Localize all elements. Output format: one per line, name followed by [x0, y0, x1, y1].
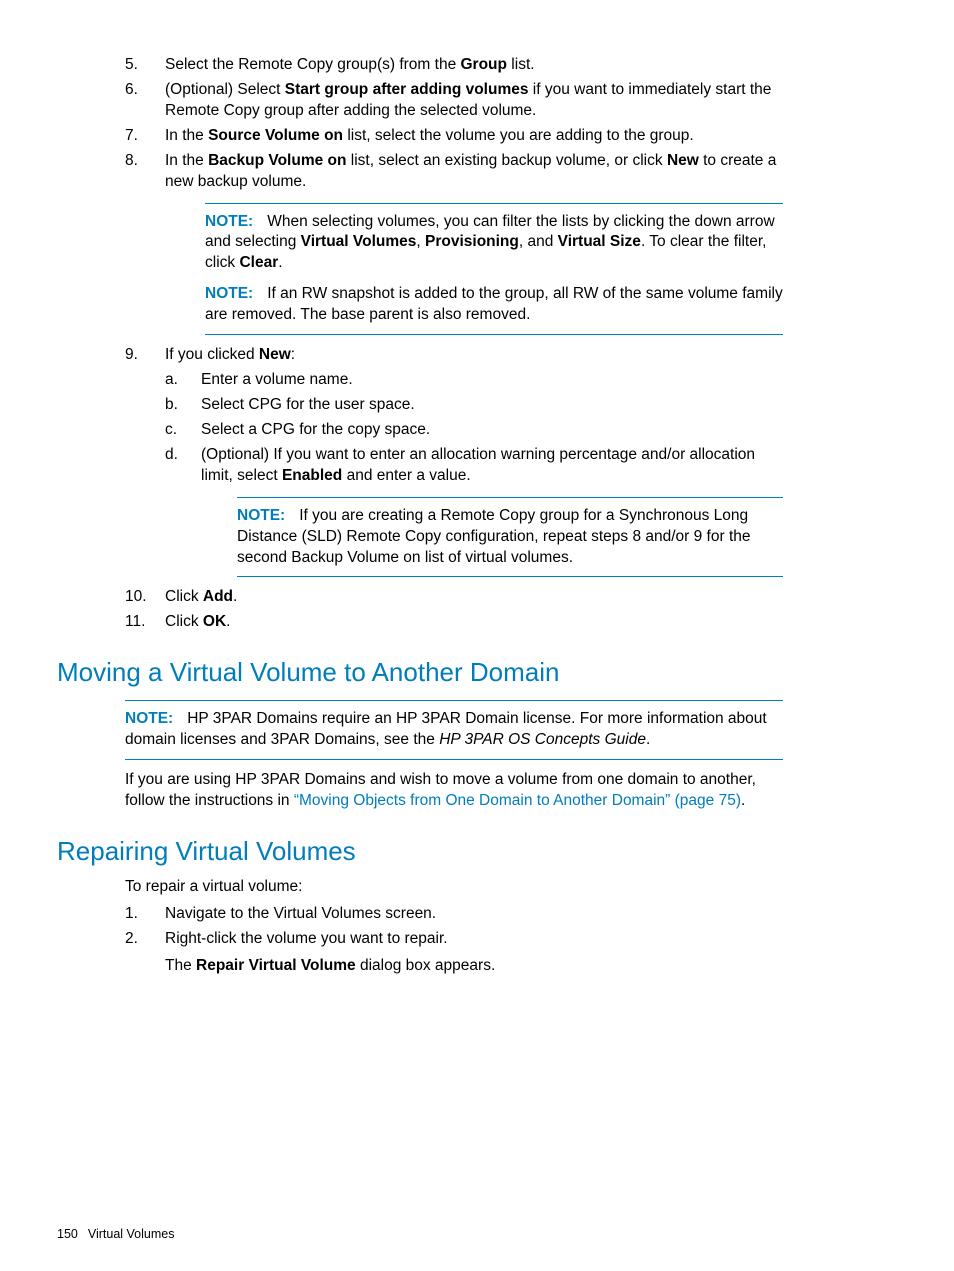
- step-text: (Optional) If you want to enter an alloc…: [201, 446, 755, 484]
- step-10: 10. Click Add.: [125, 587, 783, 608]
- note-block: NOTE:If you are creating a Remote Copy g…: [237, 497, 783, 578]
- step-9: 9. If you clicked New: a.Enter a volume n…: [125, 345, 783, 577]
- substep-letter: a.: [165, 370, 193, 391]
- step-number: 10.: [125, 587, 155, 608]
- note-label: NOTE:: [205, 213, 253, 230]
- note-4: NOTE:HP 3PAR Domains require an HP 3PAR …: [125, 709, 783, 751]
- step-9b: b.Select CPG for the user space.: [165, 395, 783, 416]
- note-2: NOTE:If an RW snapshot is added to the g…: [205, 284, 783, 326]
- paragraph-repair-intro: To repair a virtual volume:: [125, 877, 783, 898]
- heading-repairing: Repairing Virtual Volumes: [57, 834, 783, 869]
- step-9a: a.Enter a volume name.: [165, 370, 783, 391]
- step-number: 5.: [125, 55, 155, 76]
- footer-title: Virtual Volumes: [88, 1227, 175, 1241]
- page-number: 150: [57, 1227, 78, 1241]
- step-5: 5. Select the Remote Copy group(s) from t…: [125, 55, 783, 76]
- paragraph-moving: If you are using HP 3PAR Domains and wis…: [125, 770, 783, 812]
- step-number: 2.: [125, 929, 155, 950]
- step-9d: d. (Optional) If you want to enter an all…: [165, 445, 783, 578]
- link-moving-objects[interactable]: “Moving Objects from One Domain to Anoth…: [294, 792, 741, 809]
- note-3: NOTE:If you are creating a Remote Copy g…: [237, 506, 783, 569]
- step-number: 8.: [125, 151, 155, 172]
- repair-step-2-result: The Repair Virtual Volume dialog box app…: [165, 956, 783, 977]
- step-9c: c.Select a CPG for the copy space.: [165, 420, 783, 441]
- note-label: NOTE:: [237, 507, 285, 524]
- note-block: NOTE:When selecting volumes, you can fil…: [205, 203, 783, 336]
- substeps-list: a.Enter a volume name. b.Select CPG for …: [165, 370, 783, 577]
- step-number: 6.: [125, 80, 155, 101]
- step-number: 7.: [125, 126, 155, 147]
- step-text: Click Add.: [165, 588, 237, 605]
- note-label: NOTE:: [125, 710, 173, 727]
- repair-step-2: 2.Right-click the volume you want to rep…: [125, 929, 783, 977]
- step-6: 6. (Optional) Select Start group after ad…: [125, 80, 783, 122]
- step-text: (Optional) Select Start group after addi…: [165, 81, 771, 119]
- note-label: NOTE:: [205, 285, 253, 302]
- substep-letter: c.: [165, 420, 193, 441]
- heading-moving-domain: Moving a Virtual Volume to Another Domai…: [57, 655, 783, 690]
- substep-letter: d.: [165, 445, 193, 466]
- step-text: Click OK.: [165, 613, 230, 630]
- substep-letter: b.: [165, 395, 193, 416]
- step-number: 11.: [125, 612, 155, 633]
- repair-step-1: 1.Navigate to the Virtual Volumes screen…: [125, 904, 783, 925]
- step-text: If you clicked New:: [165, 346, 295, 363]
- step-7: 7. In the Source Volume on list, select t…: [125, 126, 783, 147]
- step-text: In the Backup Volume on list, select an …: [165, 152, 776, 190]
- page-footer: 150 Virtual Volumes: [57, 1226, 174, 1243]
- repair-steps-list: 1.Navigate to the Virtual Volumes screen…: [125, 904, 783, 977]
- step-text: Select the Remote Copy group(s) from the…: [165, 56, 535, 73]
- step-11: 11. Click OK.: [125, 612, 783, 633]
- note-1: NOTE:When selecting volumes, you can fil…: [205, 212, 783, 275]
- step-number: 1.: [125, 904, 155, 925]
- step-text: In the Source Volume on list, select the…: [165, 127, 694, 144]
- steps-list: 5. Select the Remote Copy group(s) from t…: [125, 55, 783, 633]
- step-8: 8. In the Backup Volume on list, select a…: [125, 151, 783, 335]
- step-number: 9.: [125, 345, 155, 366]
- note-block: NOTE:HP 3PAR Domains require an HP 3PAR …: [125, 700, 783, 760]
